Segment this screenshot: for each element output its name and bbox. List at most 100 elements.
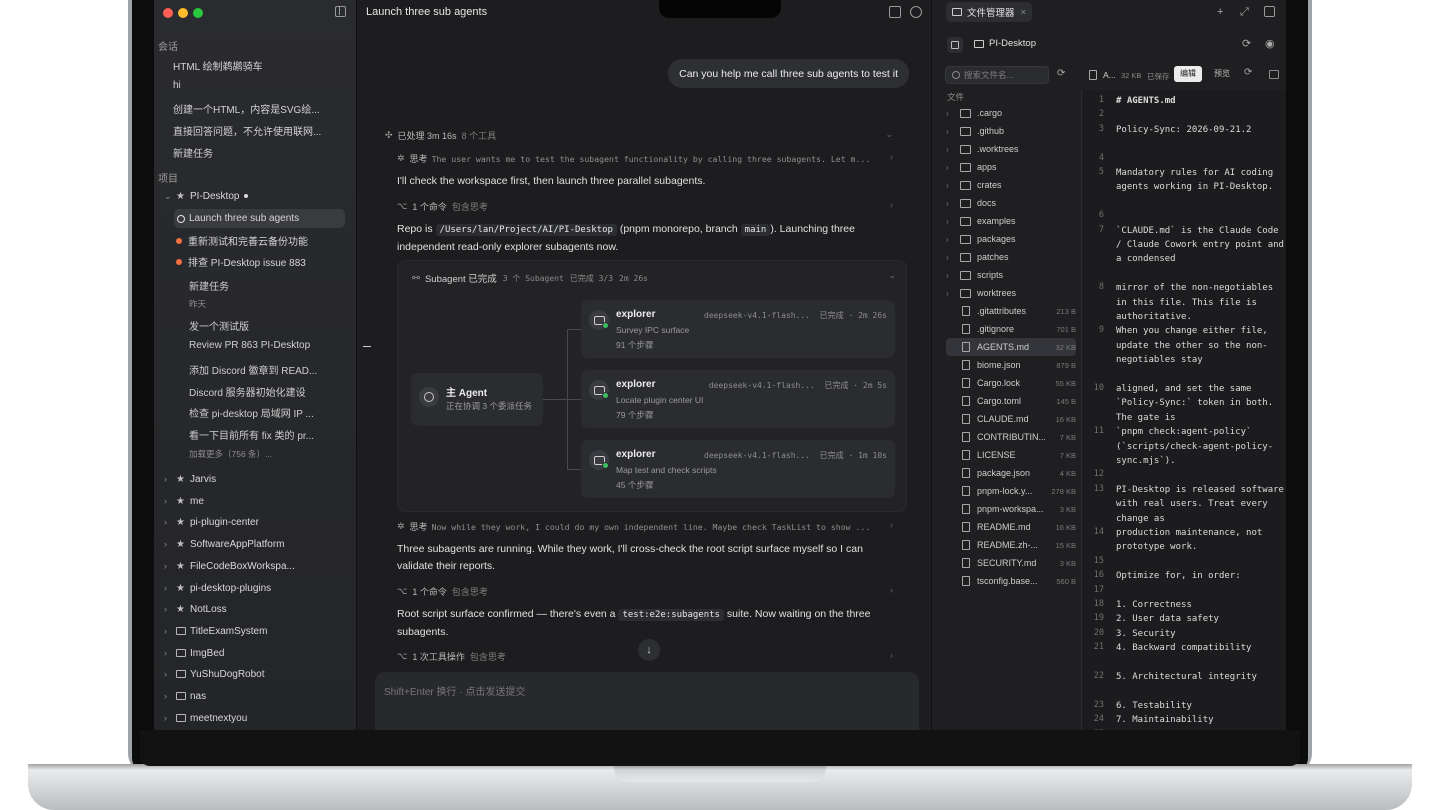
task-item[interactable]: 检查 pi-desktop 局域网 IP ... [189, 405, 349, 420]
refresh-icon[interactable]: ⟳ [1057, 68, 1065, 79]
project-item[interactable]: › meetnextyou [164, 709, 349, 727]
project-item[interactable]: › ImgBed [164, 644, 349, 662]
processed-summary[interactable]: ✣ 已处理 3m 16s 8 个工具 [385, 129, 496, 142]
folder-item[interactable]: › worktrees [946, 284, 1076, 302]
chevron-right-icon: › [164, 539, 167, 549]
project-item[interactable]: › ★ pi-plugin-center [164, 513, 349, 531]
folder-item[interactable]: › patches [946, 248, 1076, 266]
resize-handle[interactable] [363, 346, 371, 347]
conversation-item[interactable]: HTML 绘制鹈鹕骑车 [173, 58, 348, 73]
subagent-header[interactable]: ⚯ Subagent 已完成 3 个 Subagent 已完成 3/3 2m 2… [412, 271, 648, 286]
project-item[interactable]: › ★ me [164, 492, 349, 510]
folder-item[interactable]: › apps [946, 158, 1076, 176]
file-item[interactable]: tsconfig.base... 560 B [946, 572, 1076, 590]
sparkle-icon: ✣ [385, 130, 393, 140]
project-item[interactable]: › TitleExamSystem [164, 622, 349, 640]
code-editor[interactable]: 1 # AGENTS.md 2 3 Policy-Sync: 2026-09-21.2 4… [1081, 90, 1286, 730]
panel-toggle-icon[interactable] [1264, 6, 1275, 17]
zoom-window-button[interactable] [193, 8, 203, 18]
message-composer[interactable]: Shift+Enter 换行 · 点击发送提交 [375, 672, 919, 730]
folder-item[interactable]: › .github [946, 122, 1076, 140]
task-item[interactable]: 发一个测试版 [189, 318, 349, 333]
project-item[interactable]: › ★ NotLoss [164, 600, 349, 618]
refresh-icon[interactable]: ⟳ [1242, 37, 1251, 50]
command-row[interactable]: ⌥ 1 个命令 包含思考 [397, 585, 488, 598]
conversation-item[interactable]: 新建任务 [173, 145, 348, 160]
file-item[interactable]: SECURITY.md 3 KB [946, 554, 1076, 572]
chevron-right-icon[interactable]: › [890, 585, 893, 595]
file-item[interactable]: README.md 16 KB [946, 518, 1076, 536]
project-item[interactable]: › ★ SoftwareAppPlatform [164, 535, 349, 553]
thinking-row[interactable]: ✲ 思考 The user wants me to test the subag… [397, 152, 887, 165]
file-item[interactable]: pnpm-lock.y... 278 KB [946, 482, 1076, 500]
tool-op-row[interactable]: ⌥ 1 次工具操作 包含思考 [397, 650, 506, 663]
subagent-node[interactable]: explorer deepseek-v4.1-flash... 已完成 · 2m… [581, 300, 895, 358]
file-search-input[interactable]: 搜索文件名... [945, 66, 1049, 84]
folder-item[interactable]: › scripts [946, 266, 1076, 284]
project-item[interactable]: › ★ Jarvis [164, 470, 349, 488]
project-item[interactable]: › ★ pi-desktop-plugins [164, 579, 349, 597]
folder-item[interactable]: › .worktrees [946, 140, 1076, 158]
chevron-right-icon[interactable]: › [890, 152, 893, 162]
tab-edit[interactable]: 编辑 [1174, 66, 1202, 82]
file-item[interactable]: Cargo.toml 145 B [946, 392, 1076, 410]
folder-item[interactable]: › .cargo [946, 104, 1076, 122]
close-icon[interactable]: × [1021, 7, 1027, 18]
project-pi-desktop[interactable]: ⌄ ★ PI-Desktop [164, 187, 349, 205]
save-icon[interactable] [1269, 70, 1279, 79]
file-item[interactable]: biome.json 879 B [946, 356, 1076, 374]
project-item[interactable]: › YuShuDogRobot [164, 665, 349, 683]
refresh-icon[interactable]: ⟳ [1244, 67, 1252, 78]
new-task-item[interactable]: 新建任务 [189, 278, 349, 293]
file-item[interactable]: README.zh-... 15 KB [946, 536, 1076, 554]
chevron-down-icon[interactable]: ⌄ [888, 270, 896, 281]
file-item[interactable]: .gitignore 701 B [946, 320, 1076, 338]
chevron-right-icon[interactable]: › [890, 650, 893, 660]
plus-icon[interactable]: + [1217, 6, 1223, 18]
conversation-item[interactable]: 创建一个HTML，内容是SVG绘... [173, 101, 348, 116]
chevron-down-icon[interactable]: ⌄ [885, 129, 893, 140]
file-item[interactable]: .gitattributes 213 B [946, 302, 1076, 320]
project-item[interactable]: › nas [164, 687, 349, 705]
task-item[interactable]: 重新测试和完善云备份功能 [176, 231, 346, 250]
file-item[interactable]: pnpm-workspa... 3 KB [946, 500, 1076, 518]
expand-icon[interactable]: ⤢ [1240, 6, 1249, 19]
conversation-item[interactable]: 直接回答问题，不允许使用联网... [173, 123, 348, 138]
task-item[interactable]: 看一下目前所有 fix 类的 pr... [189, 427, 349, 442]
folder-item[interactable]: › packages [946, 230, 1076, 248]
file-item[interactable]: package.json 4 KB [946, 464, 1076, 482]
tab-preview[interactable]: 预览 [1210, 66, 1234, 82]
thinking-row[interactable]: ✲ 思考 Now while they work, I could do my … [397, 520, 887, 533]
folder-item[interactable]: › crates [946, 176, 1076, 194]
file-item[interactable]: AGENTS.md 32 KB [946, 338, 1076, 356]
star-icon: ★ [176, 582, 185, 594]
scroll-to-bottom-button[interactable]: ↓ [638, 639, 660, 661]
command-row[interactable]: ⌥ 1 个命令 包含思考 [397, 200, 488, 213]
sidebar-toggle-icon[interactable] [335, 6, 346, 17]
new-chat-icon[interactable] [889, 6, 901, 18]
task-item[interactable]: 排查 PI-Desktop issue 883 [176, 252, 346, 271]
project-item[interactable]: › ★ FileCodeBoxWorkspa... [164, 557, 349, 575]
search-icon[interactable] [910, 6, 922, 18]
file-item[interactable]: Cargo.lock 55 KB [946, 374, 1076, 392]
close-window-button[interactable] [163, 8, 173, 18]
chevron-right-icon[interactable]: › [890, 200, 893, 210]
minimize-window-button[interactable] [178, 8, 188, 18]
file-item[interactable]: LICENSE 7 KB [946, 446, 1076, 464]
folder-item[interactable]: › examples [946, 212, 1076, 230]
tree-toggle-icon[interactable] [947, 37, 963, 53]
task-item[interactable]: 添加 Discord 徽章到 READ... [189, 362, 349, 377]
eye-icon[interactable]: ◉ [1265, 37, 1275, 50]
conversation-item[interactable]: hi [173, 80, 348, 91]
subagent-node[interactable]: explorer deepseek-v4.1-flash... 已完成 · 1m… [581, 440, 895, 498]
task-item[interactable]: Discord 服务器初始化建设 [189, 384, 349, 399]
task-item-active[interactable]: Launch three sub agents [174, 209, 345, 228]
task-item[interactable]: Review PR 863 PI-Desktop [189, 340, 349, 351]
chevron-right-icon[interactable]: › [890, 520, 893, 530]
file-item[interactable]: CLAUDE.md 16 KB [946, 410, 1076, 428]
tab-file-manager[interactable]: 文件管理器 × [946, 2, 1033, 22]
folder-item[interactable]: › docs [946, 194, 1076, 212]
subagent-node[interactable]: explorer deepseek-v4.1-flash... 已完成 · 2m… [581, 370, 895, 428]
file-item[interactable]: CONTRIBUTIN... 7 KB [946, 428, 1076, 446]
load-more-link[interactable]: 加载更多（756 条）... [189, 448, 349, 460]
